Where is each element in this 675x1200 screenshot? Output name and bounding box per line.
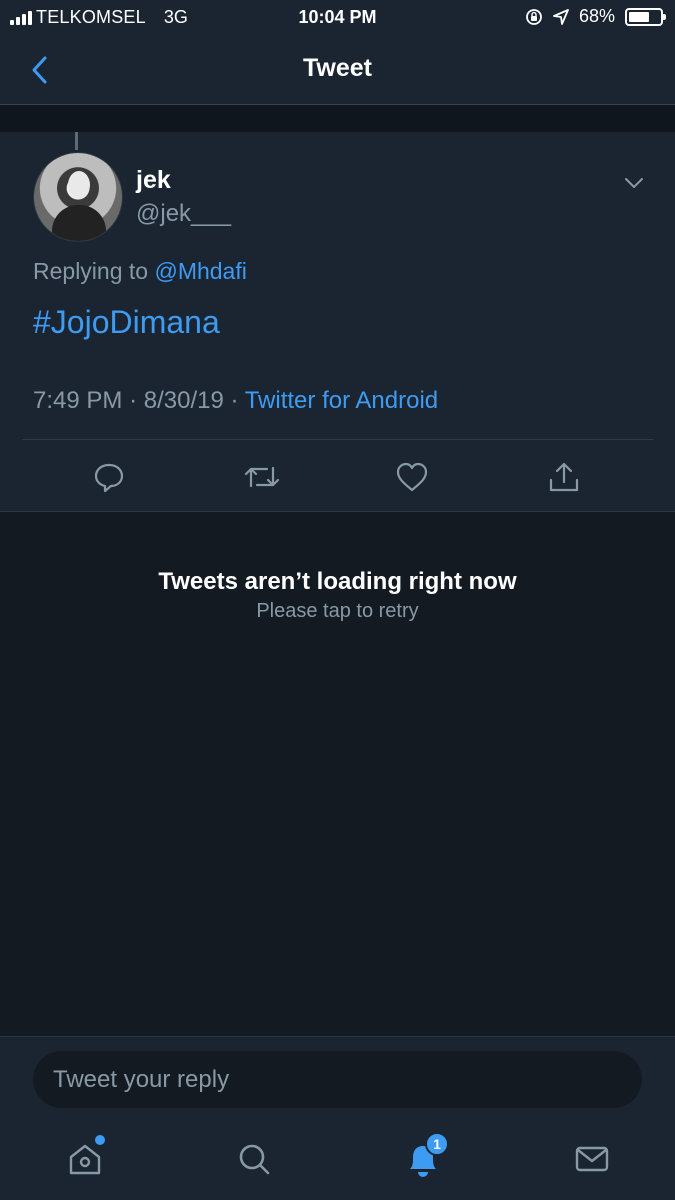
battery-icon [625, 7, 666, 26]
tweet-source-link[interactable]: Twitter for Android [245, 387, 438, 414]
location-icon [553, 8, 569, 25]
battery-percent: 68% [578, 6, 615, 26]
user-handle[interactable]: @jek___ [136, 200, 231, 228]
retry-link[interactable]: Please tap to retry [0, 600, 675, 623]
mail-icon [575, 1146, 609, 1172]
error-title[interactable]: Tweets aren’t loading right now [0, 568, 675, 596]
search-icon [239, 1144, 270, 1175]
orientation-lock-icon [526, 8, 542, 25]
chevron-down-icon [625, 178, 643, 188]
meta-separator: · [230, 387, 239, 414]
tab-search[interactable] [232, 1137, 276, 1181]
tab-messages[interactable] [570, 1137, 614, 1181]
separator-strip [0, 105, 675, 132]
thread-line [75, 132, 78, 150]
share-button[interactable] [544, 457, 584, 497]
status-right: 68% [525, 6, 666, 27]
share-icon [549, 462, 579, 492]
battery-fill [629, 11, 650, 22]
notification-badge: 1 [425, 1132, 449, 1156]
replying-to: Replying to @Mhdafi [33, 258, 247, 285]
tweet-hashtag[interactable]: #JojoDimana [33, 304, 220, 341]
new-content-dot [95, 1135, 105, 1145]
tab-notifications[interactable]: 1 [401, 1132, 449, 1181]
tweet-meta: 7:49 PM · 8/30/19 · Twitter for Android [33, 387, 438, 415]
avatar[interactable] [33, 152, 123, 242]
tweet-date: 8/30/19 [143, 387, 224, 414]
mention-link[interactable]: @Mhdafi [154, 258, 246, 284]
tweet-time: 7:49 PM [33, 387, 123, 414]
page-title: Tweet [303, 54, 372, 82]
display-name[interactable]: jek [136, 166, 171, 195]
home-icon [69, 1144, 101, 1175]
tab-home[interactable] [63, 1135, 107, 1181]
reply-input[interactable] [33, 1051, 642, 1108]
heart-icon [396, 462, 428, 492]
reply-button[interactable] [89, 457, 129, 497]
comment-icon [94, 463, 124, 493]
nav-bar: Tweet [0, 38, 675, 105]
status-bar: TELKOMSEL 3G 10:04 PM 68% [0, 0, 675, 38]
retweet-button[interactable] [242, 457, 282, 497]
reply-bar [0, 1036, 675, 1121]
retweet-icon [244, 466, 280, 488]
like-button[interactable] [392, 457, 432, 497]
tab-bar: 1 [0, 1121, 675, 1200]
tweet-menu-button[interactable] [620, 172, 648, 194]
meta-separator: · [129, 387, 138, 414]
divider [22, 439, 653, 440]
replying-prefix: Replying to [33, 258, 149, 284]
tweet-card: jek @jek___ Replying to @Mhdafi #JojoDim… [0, 132, 675, 512]
